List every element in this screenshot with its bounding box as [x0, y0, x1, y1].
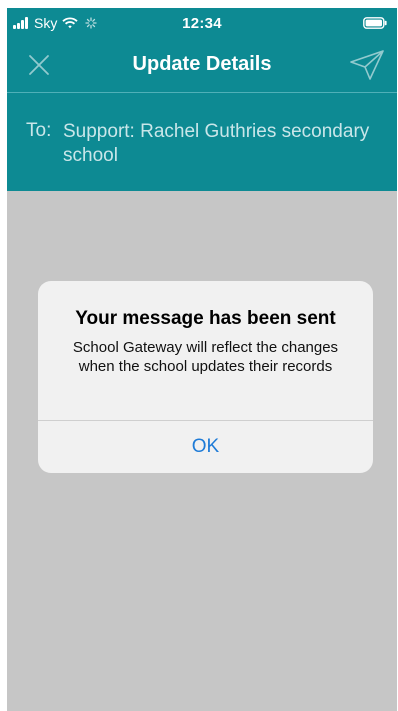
- send-icon[interactable]: [349, 49, 385, 81]
- recipient-value: Support: Rachel Guthries secondary schoo…: [63, 121, 370, 166]
- alert-message: School Gateway will reflect the changes …: [72, 339, 339, 375]
- to-label: To:: [26, 120, 52, 141]
- alert-dialog: Your message has been sent School Gatewa…: [38, 281, 373, 473]
- navigation-bar: Update Details: [7, 38, 397, 92]
- page-title: Update Details: [132, 53, 272, 75]
- battery-icon: [363, 17, 387, 29]
- alert-title: Your message has been sent: [75, 308, 336, 329]
- recipient-field: To: Support: Rachel Guthries secondary s…: [7, 93, 397, 191]
- status-bar: Sky 12:34: [7, 8, 397, 38]
- status-time: 12:34: [182, 15, 222, 32]
- ok-button[interactable]: OK: [38, 421, 373, 473]
- app-screen: Sky 12:34 Update Details To: Support: Ra…: [7, 8, 397, 711]
